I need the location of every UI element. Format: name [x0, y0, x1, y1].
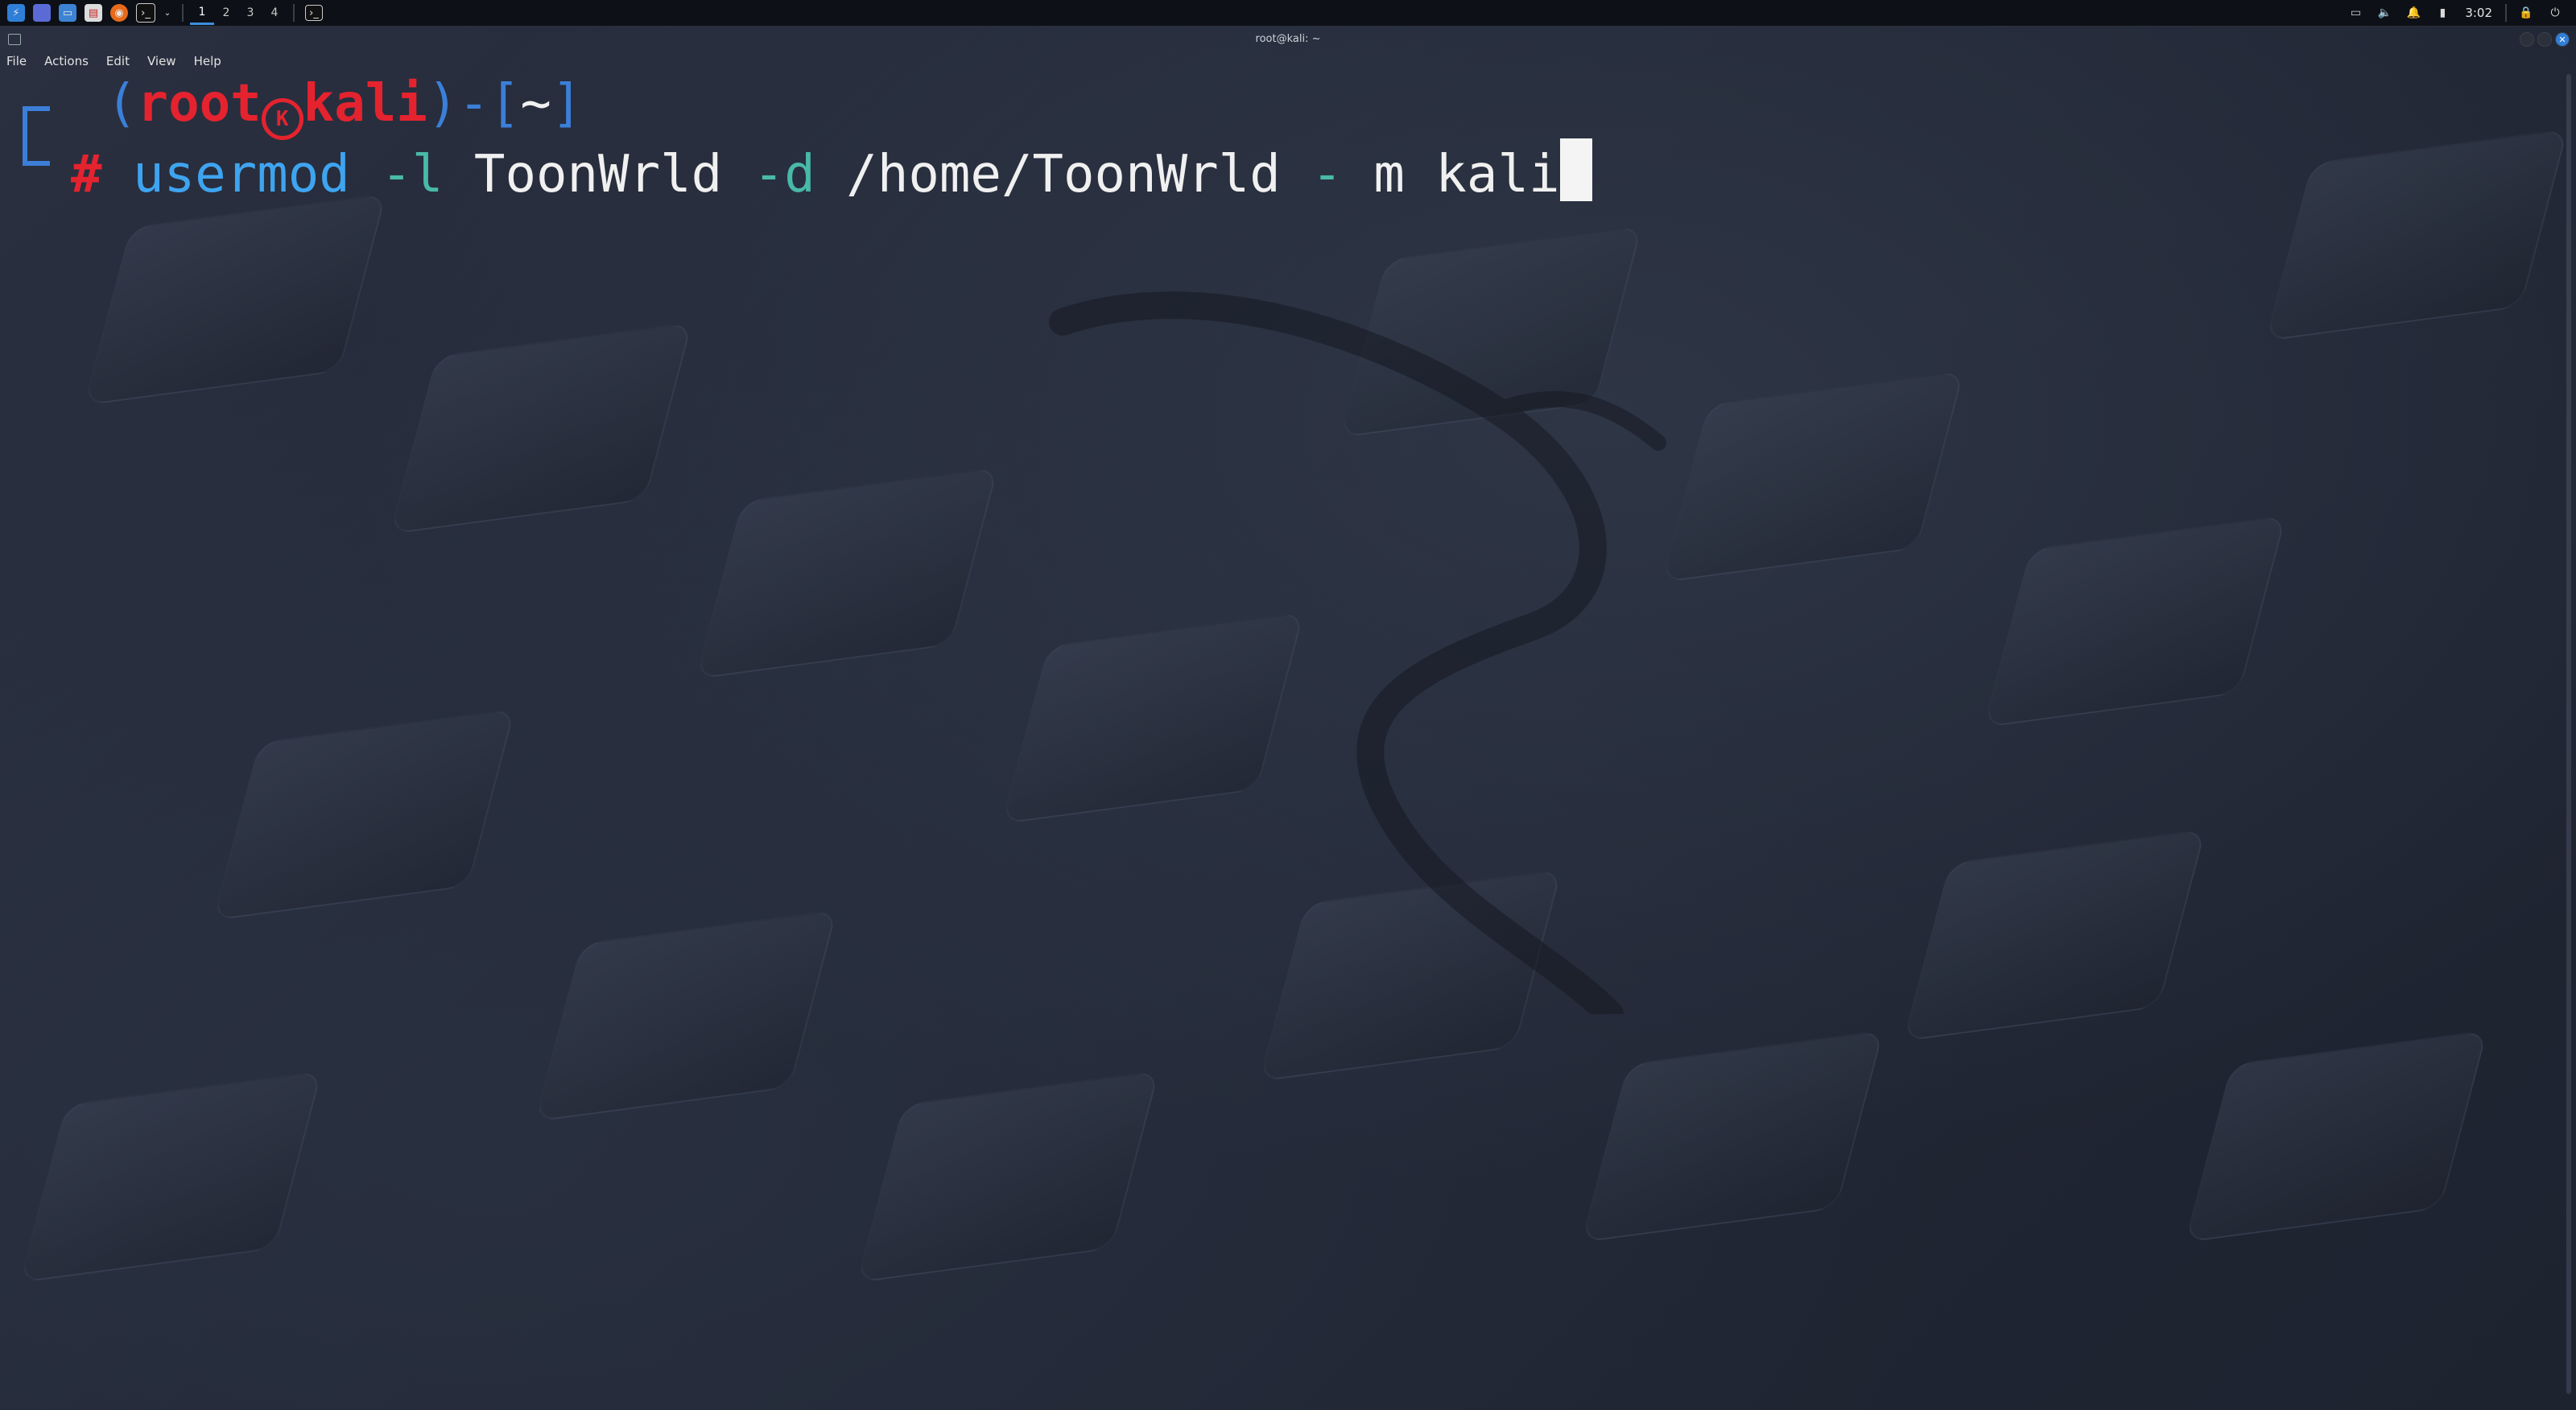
- clock[interactable]: 3:02: [2465, 6, 2492, 20]
- menubar: File Actions Edit View Help: [6, 50, 239, 72]
- command-flag-d: -d: [753, 145, 815, 204]
- menu-actions[interactable]: Actions: [44, 54, 89, 68]
- maximize-button[interactable]: [2537, 32, 2552, 47]
- command-arg-dir: /home/ToonWrld: [846, 145, 1281, 204]
- taskbar: ⚡ ▭ ▤ ◉ ›_ ⌄ 1 2 3 4 ›_ ▭ 🔈 🔔 ▮ 3:02 🔒 ⏻: [0, 0, 2576, 27]
- notification-bell-icon[interactable]: 🔔: [2405, 5, 2421, 21]
- prompt-box-line: [23, 106, 50, 166]
- kali-skull-icon: K: [261, 98, 303, 140]
- minimize-button[interactable]: [2520, 32, 2534, 47]
- window-titlebar[interactable]: root@kali: ~ ✕: [0, 27, 2576, 50]
- firefox-icon[interactable]: ◉: [110, 4, 128, 22]
- taskbar-separator: [293, 4, 295, 22]
- terminal-scrollbar[interactable]: [2566, 74, 2571, 1394]
- text-editor-icon[interactable]: ▤: [85, 4, 102, 22]
- menu-edit[interactable]: Edit: [106, 54, 130, 68]
- terminal-output[interactable]: (root Kkali)-[~] # usermod -l ToonWrld -d…: [0, 74, 2576, 1410]
- workspace-1[interactable]: 1: [190, 1, 214, 25]
- terminal-icon[interactable]: ›_: [136, 3, 155, 23]
- menu-file[interactable]: File: [6, 54, 27, 68]
- volume-icon[interactable]: 🔈: [2376, 5, 2392, 21]
- command-arg-old: kali: [1435, 145, 1560, 204]
- taskbar-separator: [182, 4, 184, 22]
- command-program: usermod: [133, 145, 350, 204]
- tray-separator: [2505, 4, 2507, 22]
- workspace-3[interactable]: 3: [238, 1, 262, 25]
- menu-help[interactable]: Help: [194, 54, 221, 68]
- command-arg-user: ToonWrld: [473, 145, 723, 204]
- text-cursor: [1559, 138, 1592, 201]
- prompt-line: (root Kkali)-[~]: [106, 74, 582, 140]
- window-title: root@kali: ~: [1255, 32, 1321, 45]
- kali-menu-icon[interactable]: ⚡: [7, 4, 25, 22]
- desktop-icon[interactable]: [33, 4, 51, 22]
- prompt-open-paren: (: [106, 74, 138, 134]
- terminal-window-button[interactable]: ›_: [305, 5, 323, 21]
- prompt-user: root: [137, 74, 262, 134]
- command-line[interactable]: # usermod -l ToonWrld -d /home/ToonWrld …: [71, 138, 1592, 204]
- workspace-2[interactable]: 2: [214, 1, 238, 25]
- battery-icon[interactable]: ▮: [2434, 5, 2450, 21]
- file-manager-icon[interactable]: ▭: [59, 4, 76, 22]
- menu-view[interactable]: View: [147, 54, 176, 68]
- command-m: m: [1373, 145, 1405, 204]
- lock-icon[interactable]: 🔒: [2518, 5, 2534, 21]
- command-dash: -: [1311, 145, 1343, 204]
- close-button[interactable]: ✕: [2555, 32, 2570, 47]
- prompt-host: kali: [303, 74, 427, 134]
- terminal-app-icon: [8, 34, 21, 45]
- prompt-symbol: #: [71, 145, 102, 204]
- dropdown-chevron-icon[interactable]: ⌄: [163, 4, 171, 22]
- desktop: ⚡ ▭ ▤ ◉ ›_ ⌄ 1 2 3 4 ›_ ▭ 🔈 🔔 ▮ 3:02 🔒 ⏻: [0, 0, 2576, 1410]
- display-icon[interactable]: ▭: [2347, 5, 2363, 21]
- prompt-close-bracket: ]: [551, 74, 583, 134]
- prompt-separator: )-[: [427, 74, 521, 134]
- workspace-4[interactable]: 4: [262, 1, 287, 25]
- command-flag-l: -l: [381, 145, 444, 204]
- power-icon[interactable]: ⏻: [2547, 5, 2563, 21]
- prompt-dir: ~: [520, 74, 551, 134]
